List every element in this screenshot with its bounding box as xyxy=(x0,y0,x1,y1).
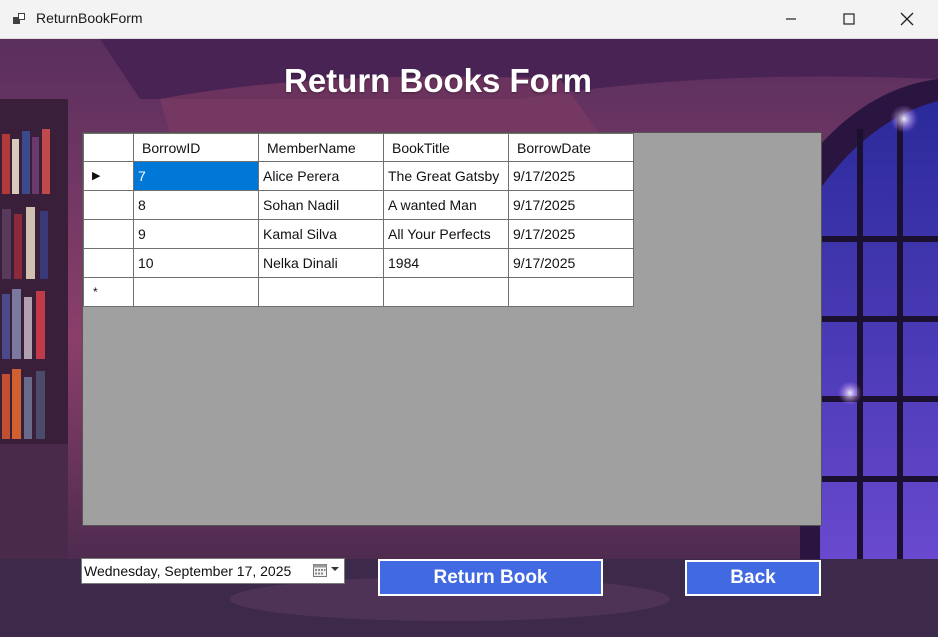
grid-cell[interactable]: 9 xyxy=(133,219,259,249)
cell-text: All Your Perfects xyxy=(388,226,491,242)
cell-text: 9/17/2025 xyxy=(513,197,576,213)
row-header-current[interactable]: ▶ xyxy=(83,161,134,191)
cell-text: Kamal Silva xyxy=(263,226,337,242)
table-row[interactable]: 9 Kamal Silva All Your Perfects 9/17/202… xyxy=(83,219,634,249)
grid-cell-empty[interactable] xyxy=(383,277,509,307)
grid-cell-empty[interactable] xyxy=(133,277,259,307)
grid-cell[interactable]: 9/17/2025 xyxy=(508,248,634,278)
grid-corner-header xyxy=(83,133,134,162)
current-row-arrow-icon: ▶ xyxy=(92,170,101,182)
row-header-new[interactable]: * xyxy=(83,277,134,307)
row-header[interactable] xyxy=(83,190,134,220)
cell-text: 9/17/2025 xyxy=(513,168,576,184)
grid-table: BorrowID MemberName BookTitle BorrowDate… xyxy=(83,133,634,307)
cell-text: 9 xyxy=(138,226,146,242)
grid-cell-empty[interactable] xyxy=(258,277,384,307)
title-bar: ReturnBookForm xyxy=(0,0,938,39)
cell-text: A wanted Man xyxy=(388,197,477,213)
form-heading: Return Books Form xyxy=(283,62,593,99)
grid-cell[interactable]: Sohan Nadil xyxy=(258,190,384,220)
return-date-picker[interactable]: Wednesday, September 17, 2025 xyxy=(81,558,345,584)
grid-cell[interactable]: The Great Gatsby xyxy=(383,161,509,191)
column-header-label: BookTitle xyxy=(392,139,450,156)
grid-cell[interactable]: Kamal Silva xyxy=(258,219,384,249)
grid-cell-selected[interactable]: 7 xyxy=(133,161,259,191)
grid-cell-empty[interactable] xyxy=(508,277,634,307)
close-button[interactable] xyxy=(878,0,936,38)
column-header-borrowid[interactable]: BorrowID xyxy=(133,133,259,162)
grid-cell[interactable]: All Your Perfects xyxy=(383,219,509,249)
grid-cell[interactable]: Alice Perera xyxy=(258,161,384,191)
column-header-borrowdate[interactable]: BorrowDate xyxy=(508,133,634,162)
window-title: ReturnBookForm xyxy=(36,10,143,26)
row-header[interactable] xyxy=(83,219,134,249)
cell-text: 10 xyxy=(138,255,154,271)
grid-cell[interactable]: Nelka Dinali xyxy=(258,248,384,278)
grid-cell[interactable]: 9/17/2025 xyxy=(508,161,634,191)
maximize-icon xyxy=(843,13,855,25)
return-book-window: ReturnBookForm Return Books Form BorrowI… xyxy=(0,0,938,637)
maximize-button[interactable] xyxy=(820,0,878,38)
chevron-down-icon[interactable] xyxy=(330,565,340,573)
minimize-icon xyxy=(786,18,796,20)
cell-text: 1984 xyxy=(388,255,420,271)
back-button[interactable]: Back xyxy=(685,560,821,596)
new-row[interactable]: * xyxy=(83,277,634,307)
column-header-booktitle[interactable]: BookTitle xyxy=(383,133,509,162)
grid-cell[interactable]: 9/17/2025 xyxy=(508,190,634,220)
borrowed-books-grid[interactable]: BorrowID MemberName BookTitle BorrowDate… xyxy=(82,132,822,526)
cell-text: The Great Gatsby xyxy=(388,168,500,184)
grid-cell[interactable]: 10 xyxy=(133,248,259,278)
date-picker-value: Wednesday, September 17, 2025 xyxy=(84,563,292,579)
column-header-label: BorrowDate xyxy=(517,139,591,156)
column-header-label: BorrowID xyxy=(142,139,201,156)
column-header-label: MemberName xyxy=(267,139,356,156)
cell-text: Alice Perera xyxy=(263,168,340,184)
table-row[interactable]: 10 Nelka Dinali 1984 9/17/2025 xyxy=(83,248,634,278)
table-row[interactable]: 8 Sohan Nadil A wanted Man 9/17/2025 xyxy=(83,190,634,220)
cell-text: 7 xyxy=(138,168,146,184)
grid-cell[interactable]: A wanted Man xyxy=(383,190,509,220)
new-row-asterisk-icon: * xyxy=(93,285,98,299)
cell-text: Sohan Nadil xyxy=(263,197,340,213)
row-header[interactable] xyxy=(83,248,134,278)
close-icon xyxy=(900,12,914,26)
cell-text: 9/17/2025 xyxy=(513,255,576,271)
grid-header-row: BorrowID MemberName BookTitle BorrowDate xyxy=(83,133,634,162)
column-header-membername[interactable]: MemberName xyxy=(258,133,384,162)
cell-text: Nelka Dinali xyxy=(263,255,338,271)
grid-cell[interactable]: 8 xyxy=(133,190,259,220)
cell-text: 8 xyxy=(138,197,146,213)
window-app-icon xyxy=(13,13,25,24)
table-row[interactable]: ▶ 7 Alice Perera The Great Gatsby 9/17/2… xyxy=(83,161,634,191)
calendar-icon[interactable] xyxy=(313,563,327,577)
grid-cell[interactable]: 1984 xyxy=(383,248,509,278)
return-book-button[interactable]: Return Book xyxy=(378,559,603,596)
minimize-button[interactable] xyxy=(762,0,820,38)
grid-cell[interactable]: 9/17/2025 xyxy=(508,219,634,249)
cell-text: 9/17/2025 xyxy=(513,226,576,242)
